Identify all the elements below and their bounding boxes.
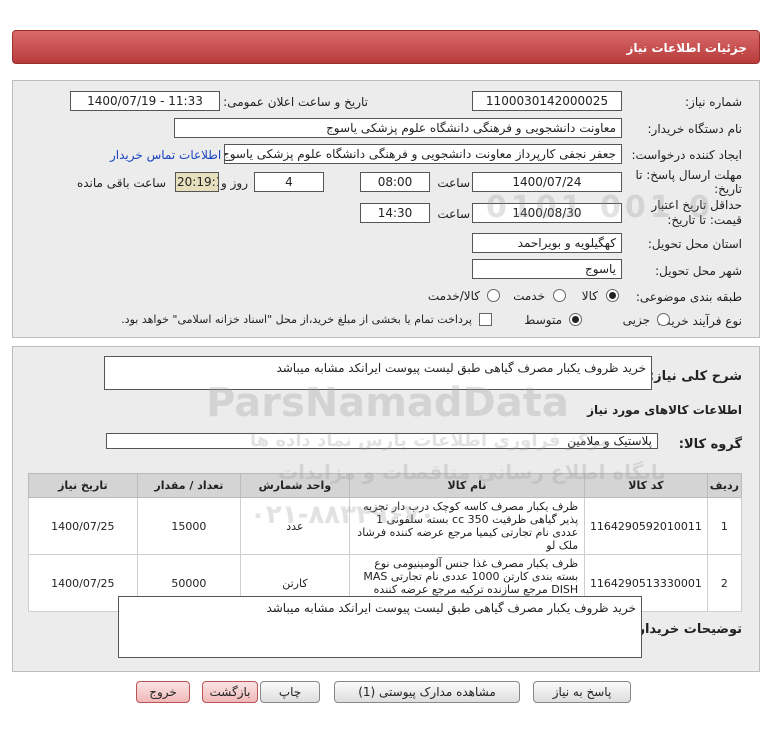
deadline-date-field: 1400/07/24 <box>472 172 622 192</box>
goods-group-field: پلاستیک و ملامین <box>106 433 658 449</box>
validity-date-field: 1400/08/30 <box>472 203 622 223</box>
remaining-label: ساعت باقی مانده <box>76 176 166 190</box>
process-radio-minor[interactable] <box>657 313 670 326</box>
header-unit: واحد شمارش <box>240 473 350 498</box>
city-label: شهر محل تحویل: <box>655 264 742 278</box>
deadline-time-label: ساعت <box>437 176 470 190</box>
exit-button[interactable]: خروج <box>136 681 190 703</box>
days-label: روز و <box>221 176 248 190</box>
table-header-row: ردیف کد کالا نام کالا واحد شمارش تعداد /… <box>28 473 743 498</box>
page-title: جزئیات اطلاعات نیاز <box>626 41 747 55</box>
payment-note: پرداخت تمام یا بخشی از مبلغ خرید،از محل … <box>121 313 472 326</box>
buyer-org-field: معاونت دانشجویی و فرهنگی دانشگاه علوم پز… <box>174 118 622 138</box>
remaining-time-field: 20:19:14 <box>175 172 219 192</box>
announce-label: تاریخ و ساعت اعلان عمومی: <box>223 95 368 109</box>
cell-row-num: 1 <box>706 497 743 555</box>
province-label: استان محل تحویل: <box>647 237 742 251</box>
days-remaining-field: 4 <box>254 172 324 192</box>
header-row-num: ردیف <box>706 473 743 498</box>
process-radio-medium[interactable] <box>569 313 582 326</box>
process-option-medium: متوسط <box>524 313 562 327</box>
category-option-goods: کالا <box>581 289 598 303</box>
view-documents-button[interactable]: مشاهده مدارک پیوستی (1) <box>334 681 520 703</box>
deadline-label-date: تاریخ: <box>714 182 742 196</box>
buyer-org-label: نام دستگاه خریدار: <box>647 122 743 136</box>
category-radio-goods-service[interactable] <box>487 289 500 302</box>
process-label: نوع فرآیند خرید : <box>657 314 742 328</box>
validity-label: حداقل تاریخ اعتبار <box>651 198 742 212</box>
print-button[interactable]: چاپ <box>260 681 320 703</box>
requester-label: ایجاد کننده درخواست: <box>631 148 742 162</box>
validity-label-date: قیمت: تا تاریخ: <box>667 213 742 227</box>
header-date: تاریخ نیاز <box>28 473 138 498</box>
cell-qty: 15000 <box>136 497 242 555</box>
summary-label: شرح کلی نیاز: <box>648 369 742 384</box>
treasury-checkbox[interactable] <box>479 313 492 326</box>
header-qty: تعداد / مقدار <box>136 473 242 498</box>
announce-field: 1400/07/19 - 11:33 <box>70 91 220 111</box>
need-number-field: 1100030142000025 <box>472 91 622 111</box>
buyer-notes-field: خرید ظروف یکبار مصرف گیاهی طبق لیست پیوس… <box>118 596 642 658</box>
cell-date: 1400/07/25 <box>28 497 138 555</box>
category-option-service: خدمت <box>513 289 545 303</box>
goods-group-label: گروه کالا: <box>678 437 742 452</box>
cell-unit: عدد <box>240 497 350 555</box>
requester-field: جعفر نجفی کارپرداز معاونت دانشجویی و فره… <box>224 144 622 164</box>
buyer-contact-link[interactable]: اطلاعات تماس خریدار <box>110 148 221 162</box>
reply-button[interactable]: پاسخ به نیاز <box>533 681 631 703</box>
cell-code: 1164290592010011 <box>584 497 708 555</box>
summary-field: خرید ظروف یکبار مصرف گیاهی طبق لیست پیوس… <box>104 356 652 390</box>
back-button[interactable]: بازگشت <box>202 681 258 703</box>
category-label: طبقه بندی موضوعی: <box>635 290 742 304</box>
deadline-label: مهلت ارسال پاسخ: تا <box>635 168 742 182</box>
items-table: ردیف کد کالا نام کالا واحد شمارش تعداد /… <box>28 473 743 612</box>
buyer-notes-label: توضیحات خریدار: <box>632 622 742 637</box>
goods-info-title: اطلاعات کالاهای مورد نیاز <box>587 403 742 417</box>
page-header: جزئیات اطلاعات نیاز <box>12 30 760 64</box>
category-radio-service[interactable] <box>553 289 566 302</box>
validity-time-field: 14:30 <box>360 203 430 223</box>
validity-time-label: ساعت <box>437 207 470 221</box>
cell-name: ظرف یکبار مصرف کاسه کوچک درب دار تجزیه پ… <box>348 497 586 555</box>
city-field: یاسوج <box>472 259 622 279</box>
category-radio-goods[interactable] <box>606 289 619 302</box>
header-name: نام کالا <box>348 473 586 498</box>
province-field: کهگیلویه و بویراحمد <box>472 233 622 253</box>
category-option-goods-service: کالا/خدمت <box>427 289 480 303</box>
deadline-time-field: 08:00 <box>360 172 430 192</box>
table-row: 1 1164290592010011 ظرف یکبار مصرف کاسه ک… <box>28 497 743 555</box>
header-code: کد کالا <box>584 473 708 498</box>
need-number-label: شماره نیاز: <box>685 95 742 109</box>
process-option-minor: جزیی <box>622 313 650 327</box>
cell-row-num: 2 <box>706 554 743 612</box>
